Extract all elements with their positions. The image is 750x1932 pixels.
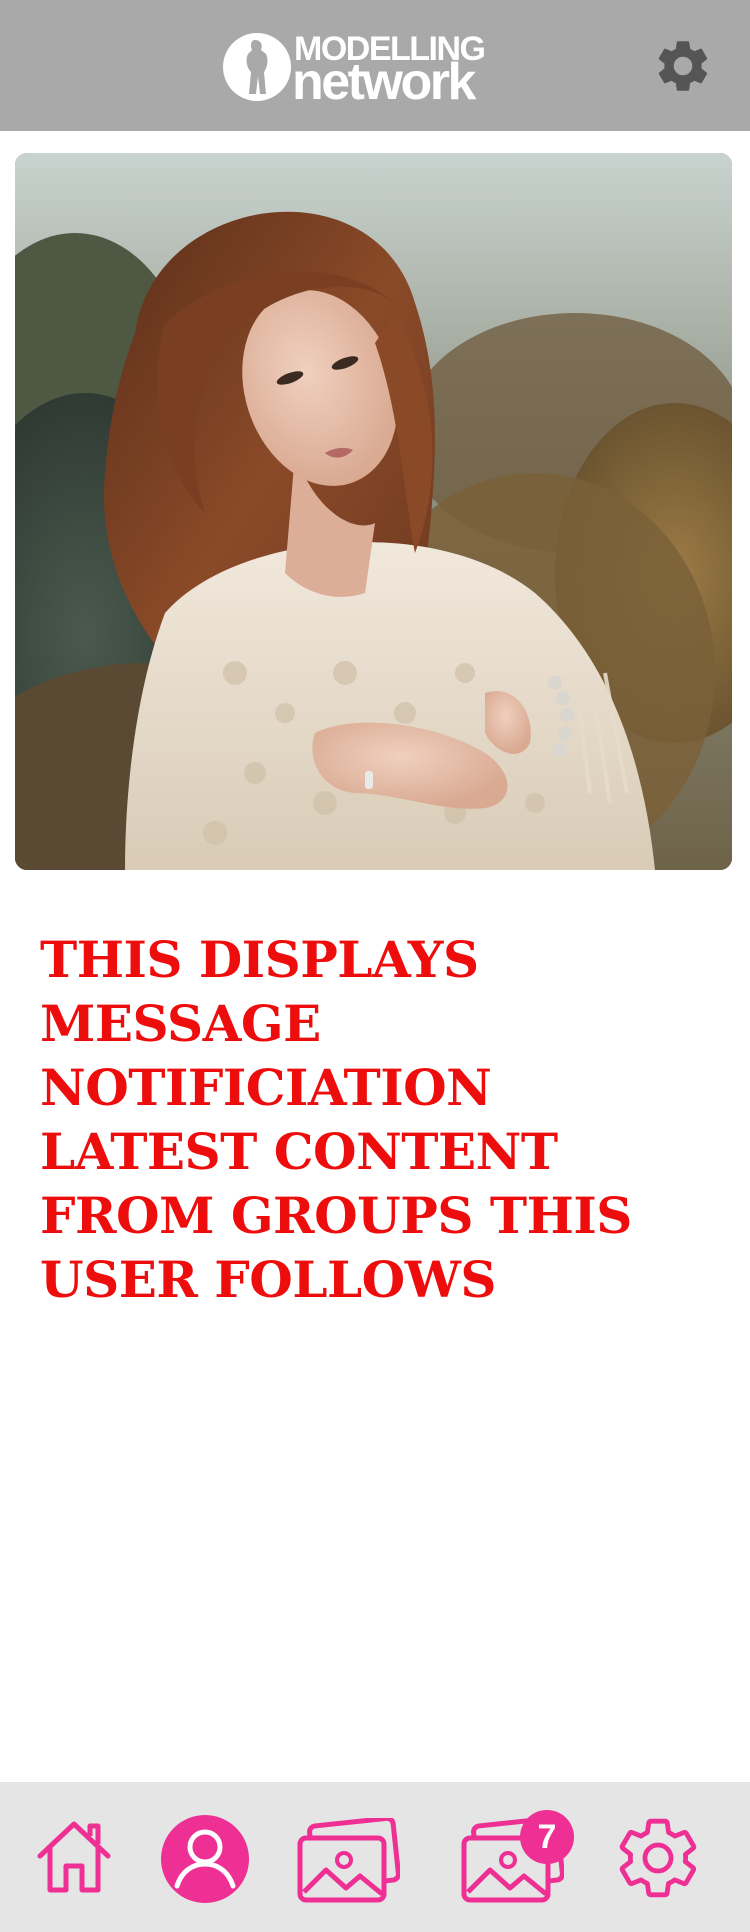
bottom-navigation: 7 xyxy=(0,1782,750,1932)
nav-notifications[interactable]: 7 xyxy=(456,1782,576,1932)
notification-count-badge: 7 xyxy=(520,1810,574,1864)
hero-photo[interactable] xyxy=(15,153,732,870)
brand-logo[interactable]: MODELLING network xyxy=(222,30,512,108)
nav-gallery[interactable] xyxy=(292,1782,402,1932)
photo-model-portrait xyxy=(15,153,732,870)
message-notification-text: THIS DISPLAYS MESSAGE NOTIFICIATION LATE… xyxy=(40,930,632,1309)
app-screen: MODELLING network THIS DISPLAYS MESSAGE … xyxy=(0,0,750,1932)
photos-icon xyxy=(297,1818,400,1903)
home-icon xyxy=(37,1821,111,1893)
nav-settings[interactable] xyxy=(610,1782,706,1932)
top-header: MODELLING network xyxy=(0,0,750,131)
gear-icon xyxy=(619,1818,697,1898)
settings-gear-icon[interactable] xyxy=(652,35,714,97)
user-circle-icon xyxy=(161,1815,249,1903)
nav-home[interactable] xyxy=(28,1782,114,1932)
nav-profile[interactable] xyxy=(158,1782,252,1932)
logo-silhouette-icon xyxy=(223,33,291,101)
logo-text-bottom: network xyxy=(292,53,476,111)
